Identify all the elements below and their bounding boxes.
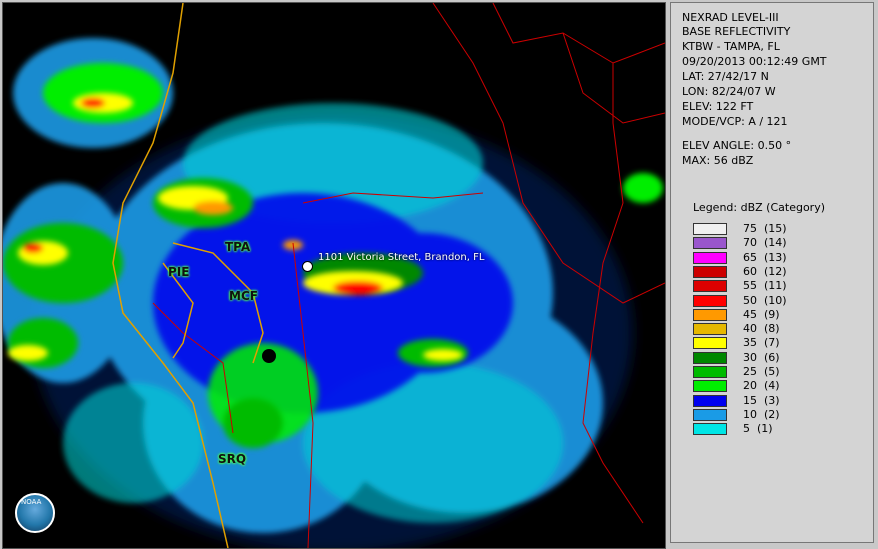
legend-label: 20 (4) [743,379,780,393]
product-type: BASE REFLECTIVITY [682,25,791,38]
legend-label: 15 (3) [743,393,780,407]
station-lat: LAT: 27/42/17 N [682,70,769,83]
legend-swatch [693,423,727,436]
legend-label: 60 (12) [743,264,787,278]
legend-label: 30 (6) [743,350,780,364]
station-elev: ELEV: 122 FT [682,100,754,113]
noaa-logo-text: NOAA [21,498,42,506]
elev-angle: ELEV ANGLE: 0.50 ° [682,139,792,152]
legend-swatch [693,223,727,235]
legend-swatch [693,366,727,378]
legend-swatch [693,408,727,421]
legend-label: 40 (8) [743,322,780,336]
info-panel: NEXRAD LEVEL-III BASE REFLECTIVITY KTBW … [670,2,874,543]
city-label-pie: PIE [168,265,190,279]
legend-swatch [693,394,727,407]
legend-label: 45 (9) [743,307,780,321]
city-label-tpa: TPA [225,240,251,254]
station-lon: LON: 82/24/07 W [682,85,776,98]
legend-label: 75 (15) [743,222,787,235]
mode-vcp: MODE/VCP: A / 121 [682,115,788,128]
legend-swatch [693,294,727,307]
radar-image [3,3,665,548]
city-label-mcf: MCF [229,289,258,303]
radar-map[interactable]: TPA PIE MCF SRQ 1101 Victoria Street, Br… [2,2,666,549]
station-name: KTBW - TAMPA, FL [682,40,780,53]
legend-swatch [693,351,727,364]
location-marker-label: 1101 Victoria Street, Brandon, FL [318,252,485,263]
legend-title: Legend: dBZ (Category) [693,201,825,214]
max-dbz: MAX: 56 dBZ [682,154,754,167]
legend-label: 10 (2) [743,407,780,421]
legend-swatch [693,237,727,250]
legend-label: 35 (7) [743,336,780,350]
legend-label: 55 (11) [743,279,787,293]
legend-swatch [693,265,727,278]
radar-site-marker [262,349,276,363]
legend-label: 65 (13) [743,250,787,264]
legend-label: 25 (5) [743,365,780,378]
location-marker-icon[interactable] [302,261,313,272]
legend-swatch [693,337,727,350]
legend-label: 5 (1) [743,422,773,436]
legend-label: 50 (10) [743,293,787,307]
legend-swatch [693,308,727,321]
legend-swatch [693,380,727,393]
legend-swatch [693,251,727,264]
legend-swatch [693,323,727,336]
city-label-srq: SRQ [218,452,247,466]
legend-label: 70 (14) [743,236,787,250]
legend-swatch [693,280,727,293]
scan-datetime: 09/20/2013 00:12:49 GMT [682,55,827,68]
